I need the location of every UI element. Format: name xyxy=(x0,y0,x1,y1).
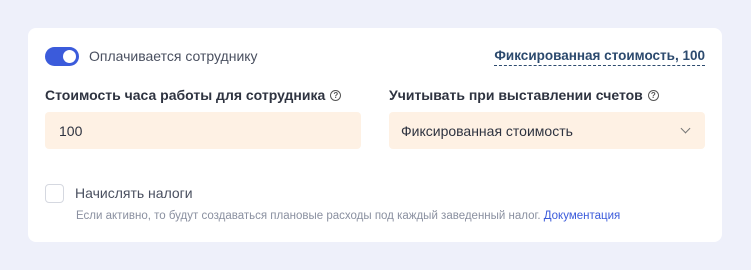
charge-taxes-checkbox[interactable] xyxy=(45,184,64,203)
billing-mode-select[interactable]: Фиксированная стоимость xyxy=(389,112,705,149)
billing-field-label: Учитывать при выставлении счетов ? xyxy=(389,87,659,103)
billing-field-label-text: Учитывать при выставлении счетов xyxy=(389,87,643,103)
help-icon[interactable]: ? xyxy=(647,89,659,101)
billing-mode-value: Фиксированная стоимость xyxy=(401,122,573,139)
cost-field-label-text: Стоимость часа работы для сотрудника xyxy=(45,87,326,103)
hourly-cost-input[interactable]: 100 xyxy=(45,112,361,149)
paid-to-employee-label: Оплачивается сотруднику xyxy=(89,48,258,64)
cost-field-label: Стоимость часа работы для сотрудника ? xyxy=(45,87,342,103)
fixed-cost-link[interactable]: Фиксированная стоимость, 100 xyxy=(494,48,705,66)
documentation-link[interactable]: Документация xyxy=(544,210,621,222)
toggle-knob xyxy=(63,50,76,63)
hourly-cost-value: 100 xyxy=(59,122,83,139)
paid-to-employee-toggle[interactable] xyxy=(45,47,79,66)
chevron-down-icon xyxy=(680,123,691,134)
charge-taxes-label: Начислять налоги xyxy=(75,185,193,201)
help-icon[interactable]: ? xyxy=(330,89,342,101)
taxes-hint-text: Если активно, то будут создаваться плано… xyxy=(76,210,541,222)
taxes-hint: Если активно, то будут создаваться плано… xyxy=(76,210,620,222)
payment-settings-card: Оплачивается сотруднику Фиксированная ст… xyxy=(28,28,722,242)
